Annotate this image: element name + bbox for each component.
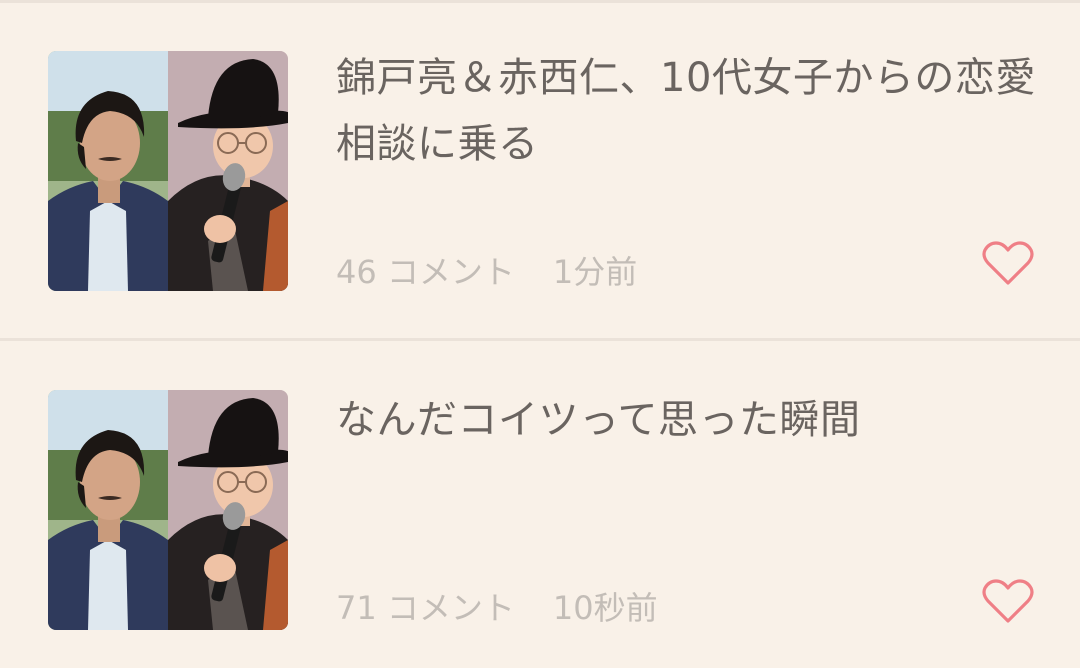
article-title[interactable]: なんだコイツって思った瞬間: [336, 387, 1036, 453]
heart-icon[interactable]: [982, 241, 1034, 287]
comment-count: 71 コメント: [336, 589, 515, 627]
article-thumbnail[interactable]: [48, 390, 288, 630]
two-men-photo-icon: [48, 51, 288, 291]
article-item[interactable]: 錦戸亮＆赤西仁、10代女子からの恋愛相談に乗る 46 コメント 1分前: [0, 3, 1080, 338]
article-meta: 46 コメント 1分前: [336, 247, 637, 293]
heart-icon[interactable]: [982, 579, 1034, 625]
article-list: 錦戸亮＆赤西仁、10代女子からの恋愛相談に乗る 46 コメント 1分前 なんだコイ…: [0, 0, 1080, 668]
timestamp: 1分前: [552, 253, 638, 291]
two-men-photo-icon: [48, 390, 288, 630]
timestamp: 10秒前: [552, 589, 658, 627]
article-title[interactable]: 錦戸亮＆赤西仁、10代女子からの恋愛相談に乗る: [336, 45, 1036, 177]
article-thumbnail[interactable]: [48, 51, 288, 291]
article-item[interactable]: なんだコイツって思った瞬間 71 コメント 10秒前: [0, 341, 1080, 668]
comment-count: 46 コメント: [336, 253, 515, 291]
article-meta: 71 コメント 10秒前: [336, 583, 658, 629]
